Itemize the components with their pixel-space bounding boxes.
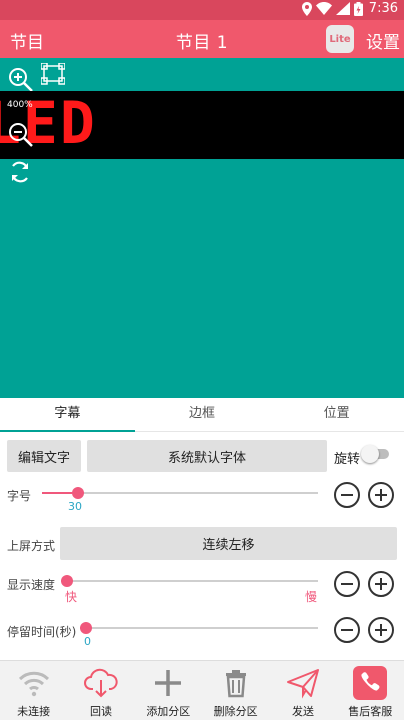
speed-slider[interactable] — [61, 573, 318, 589]
speed-increase-button[interactable] — [368, 571, 394, 597]
nav-support-label: 售后客服 — [348, 705, 393, 718]
rotate-toggle[interactable] — [361, 445, 389, 463]
nav-send-label: 发送 — [291, 705, 314, 718]
select-area-icon[interactable] — [41, 63, 65, 85]
stay-time-decrease-button[interactable] — [334, 617, 360, 643]
nav-send[interactable]: 发送 — [269, 661, 336, 720]
led-screen[interactable]: LED — [0, 91, 404, 159]
stay-time-increase-button[interactable] — [368, 617, 394, 643]
zoom-in-icon[interactable] — [8, 67, 34, 93]
wifi-icon — [18, 671, 49, 697]
display-mode-label: 上屏方式 — [7, 539, 56, 553]
zoom-out-icon[interactable] — [8, 122, 34, 148]
nav-connection[interactable]: 未连接 — [0, 661, 67, 720]
slider-fill — [42, 492, 73, 494]
cell-signal-icon — [335, 2, 350, 15]
phone-icon — [353, 666, 388, 700]
slider-thumb[interactable] — [61, 575, 73, 587]
nav-add-zone[interactable]: 添加分区 — [135, 661, 202, 720]
nav-readback[interactable]: 回读 — [67, 661, 134, 720]
refresh-icon[interactable] — [8, 160, 32, 184]
speed-decrease-button[interactable] — [334, 571, 360, 597]
location-icon — [301, 1, 312, 16]
nav-delete-zone-label: 删除分区 — [213, 705, 258, 718]
led-preview: LED 400% — [0, 58, 404, 398]
tab-border[interactable]: 边框 — [135, 398, 270, 431]
font-size-decrease-button[interactable] — [334, 482, 360, 508]
zoom-level: 400% — [7, 100, 33, 110]
plus-icon — [155, 670, 182, 696]
tab-position[interactable]: 位置 — [269, 398, 404, 431]
font-size-slider[interactable] — [42, 485, 318, 501]
speed-fast-label: 快 — [65, 590, 78, 604]
slider-thumb[interactable] — [72, 487, 85, 499]
status-bar: 7:36 — [0, 0, 404, 20]
status-clock: 7:36 — [368, 1, 398, 16]
stay-time-value: 0 — [84, 635, 91, 648]
nav-connection-label: 未连接 — [17, 705, 51, 718]
slider-thumb[interactable] — [80, 622, 92, 634]
speed-slow-label: 慢 — [305, 590, 318, 604]
slider-track — [61, 580, 318, 582]
nav-readback-label: 回读 — [89, 705, 112, 718]
font-size-label: 字号 — [7, 489, 32, 503]
font-size-increase-button[interactable] — [368, 482, 394, 508]
rotate-toggle-knob — [361, 445, 379, 463]
bottom-nav: 未连接 回读 添加分区 删除分区 发送 售后客服 — [0, 660, 404, 720]
tab-subtitle[interactable]: 字幕 — [0, 398, 135, 432]
stay-time-slider[interactable] — [80, 620, 318, 636]
slider-track — [80, 627, 318, 629]
rotate-label: 旋转 — [334, 452, 361, 467]
edit-text-button[interactable]: 编辑文字 — [7, 440, 81, 472]
font-size-value: 30 — [68, 500, 82, 513]
nav-add-zone-label: 添加分区 — [146, 705, 191, 718]
wifi-signal-icon — [315, 2, 332, 15]
nav-delete-zone[interactable]: 删除分区 — [202, 661, 269, 720]
settings-button[interactable]: 设置 — [366, 28, 400, 53]
trash-icon — [225, 670, 246, 698]
display-mode-select[interactable]: 连续左移 — [60, 527, 397, 560]
settings-tabs: 字幕 边框 位置 — [0, 398, 404, 432]
app-bar: 节目 节目 1 Lite 设置 — [0, 20, 404, 58]
stay-time-label: 停留时间(秒) — [7, 625, 77, 639]
lite-badge[interactable]: Lite — [326, 25, 354, 53]
font-select-button[interactable]: 系统默认字体 — [87, 440, 327, 472]
cloud-download-icon — [83, 668, 118, 698]
nav-support[interactable]: 售后客服 — [337, 661, 404, 720]
speed-label: 显示速度 — [7, 578, 56, 592]
battery-icon — [353, 1, 363, 16]
send-icon — [286, 669, 319, 699]
